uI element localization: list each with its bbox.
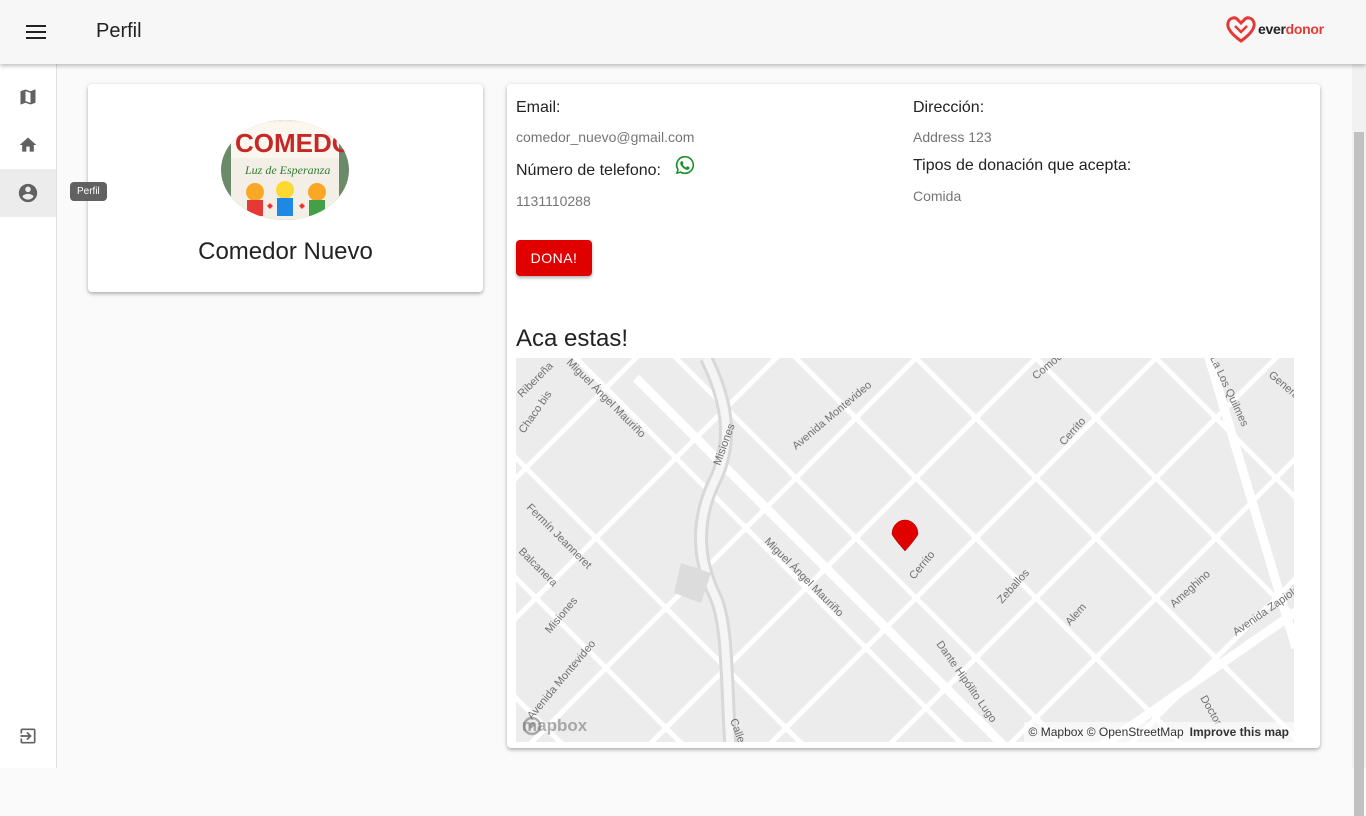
logout-button[interactable] (0, 712, 56, 760)
scrollbar-thumb[interactable] (1354, 132, 1364, 816)
logout-icon (20, 728, 36, 744)
email-label: Email: (516, 99, 561, 116)
email-value: comedor_nuevo@gmail.com (516, 129, 695, 145)
donation-types-label: Tipos de donación que acepta: (913, 157, 1132, 174)
logo-text-ever: ever (1258, 21, 1286, 37)
account-circle-icon (18, 183, 38, 203)
phone-label: Número de telefono: (516, 162, 661, 179)
donation-types-value: Comida (913, 188, 962, 204)
map-icon (20, 89, 36, 105)
whatsapp-icon[interactable] (674, 154, 696, 181)
phone-value: 1131110288 (516, 193, 591, 209)
logo-text-donor: donor (1285, 21, 1324, 37)
map-heading: Aca estas! (516, 325, 629, 352)
profile-card: COMEDOR Luz de Esperanza Comedor Nuevo (88, 84, 483, 292)
everdonor-logo[interactable]: everdonor (1226, 15, 1324, 43)
mapbox-logo[interactable]: mapbox (522, 716, 587, 736)
hamburger-icon (26, 25, 46, 39)
nav-item-profile[interactable] (0, 169, 56, 217)
side-drawer (0, 64, 57, 768)
attribution-text[interactable]: © Mapbox © OpenStreetMap (1029, 725, 1184, 739)
avatar-text-top: COMEDOR (235, 128, 349, 158)
improve-map-link[interactable]: Improve this map (1190, 725, 1289, 739)
nav-item-home[interactable] (0, 121, 56, 169)
home-icon (19, 137, 37, 152)
tooltip: Perfil (70, 182, 107, 201)
profile-name: Comedor Nuevo (198, 238, 373, 265)
menu-button[interactable] (16, 12, 56, 52)
map-canvas: Ribereña Miguel Ángel Mauriño Chaco bis … (516, 358, 1294, 742)
mapbox-icon (522, 716, 542, 736)
nav-item-map[interactable] (0, 73, 56, 121)
avatar-text-bottom: Luz de Esperanza (244, 163, 330, 177)
address-label: Dirección: (913, 99, 985, 116)
app-bar: Perfil everdonor (0, 0, 1366, 64)
avatar: COMEDOR Luz de Esperanza (221, 120, 349, 220)
donate-button[interactable]: DONA! (516, 240, 592, 276)
info-card: Email: comedor_nuevo@gmail.com Número de… (507, 84, 1320, 748)
map-attribution: © Mapbox © OpenStreetMap Improve this ma… (1023, 722, 1294, 742)
page-title: Perfil (96, 20, 142, 42)
map[interactable]: Ribereña Miguel Ángel Mauriño Chaco bis … (516, 358, 1294, 742)
scrollbar[interactable] (1352, 64, 1366, 816)
address-value: Address 123 (913, 129, 992, 145)
heart-logo-icon (1226, 16, 1256, 43)
